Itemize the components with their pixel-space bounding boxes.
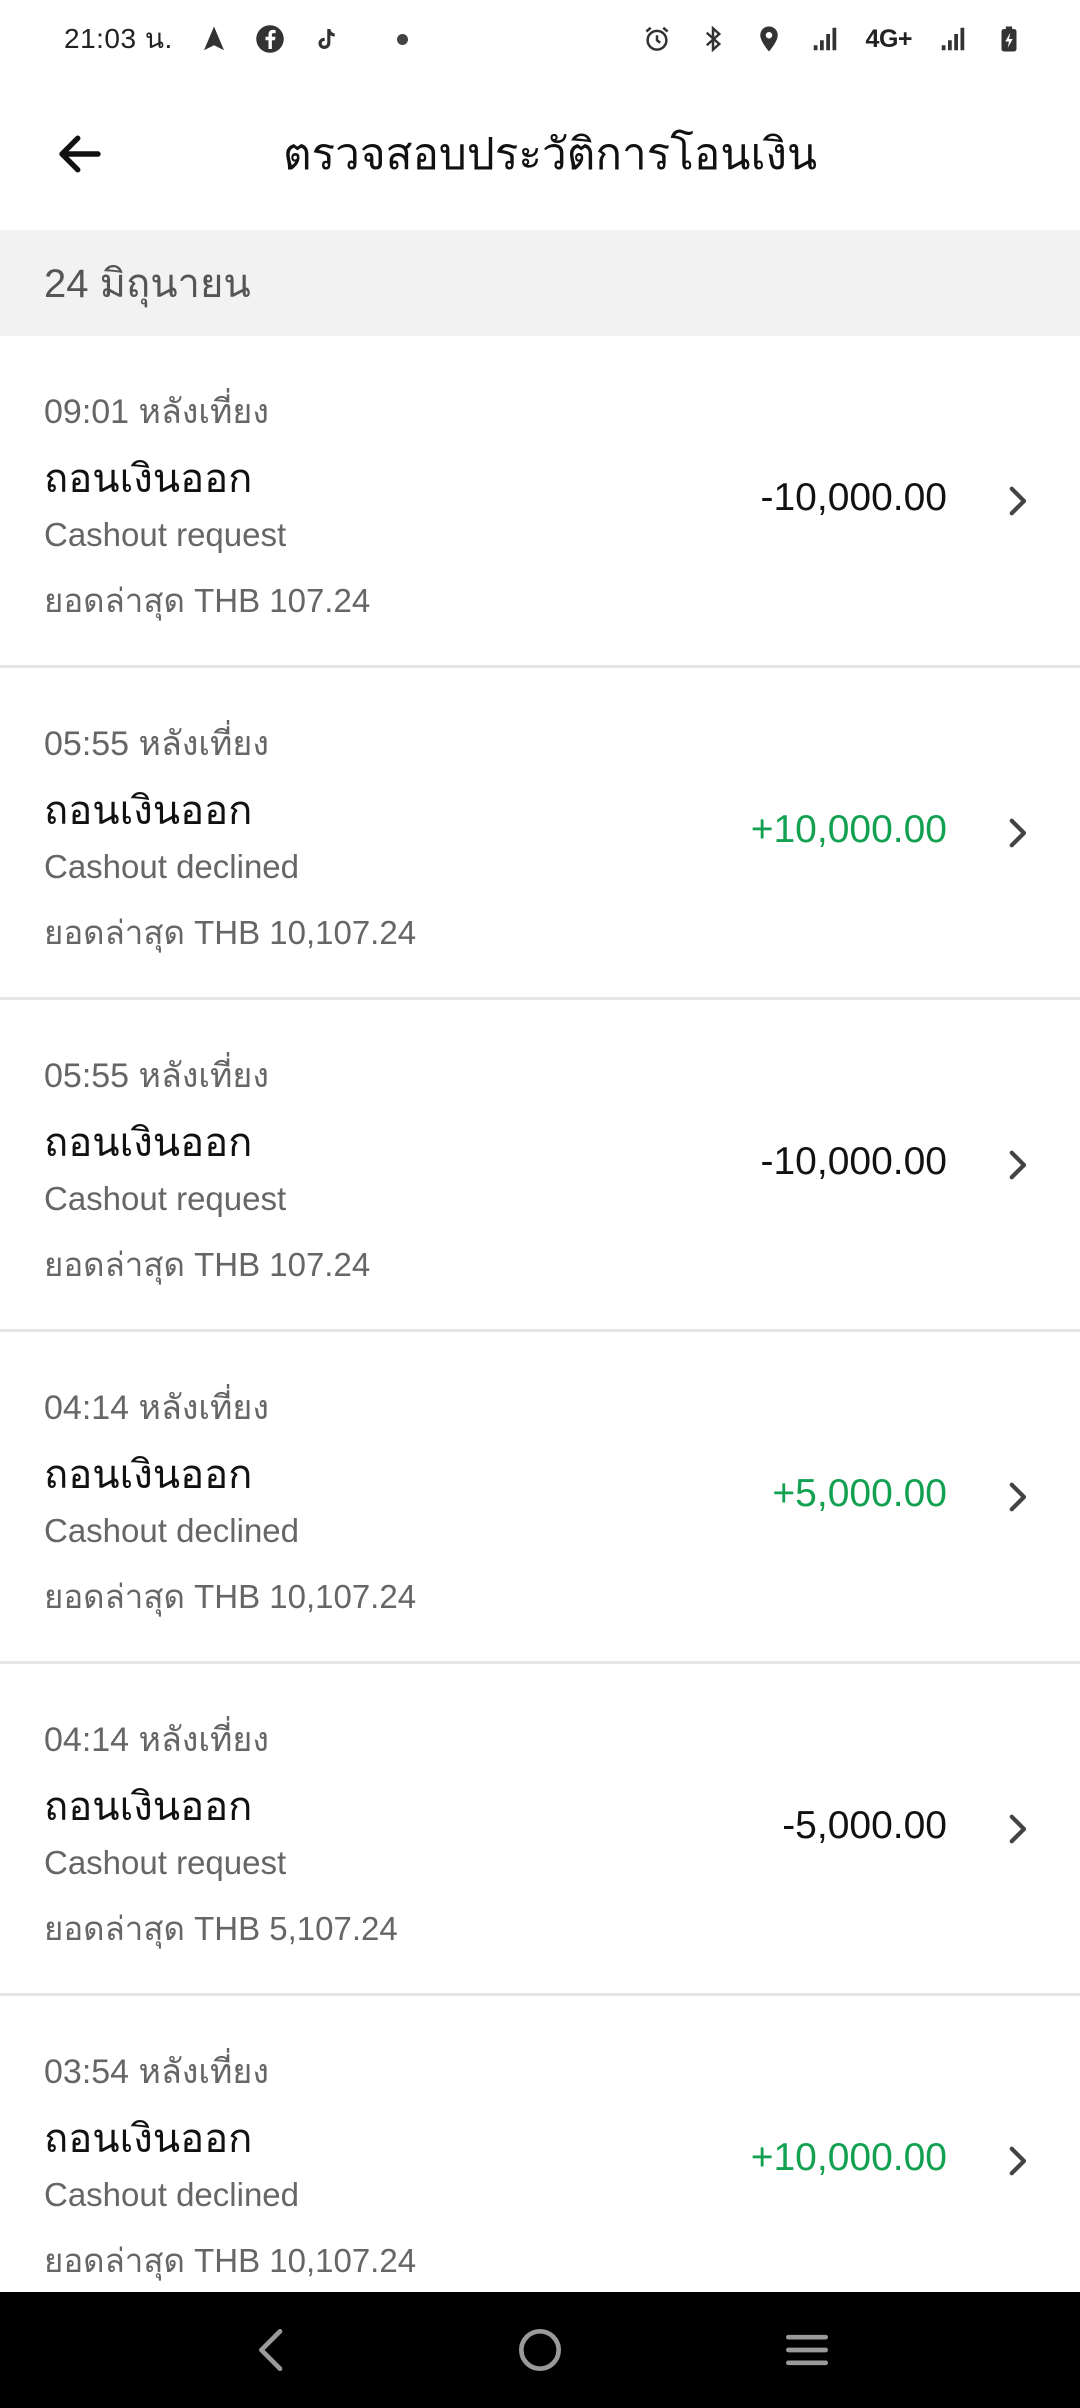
transaction-description: Cashout request: [44, 1844, 287, 1881]
signal-icon: [938, 24, 968, 54]
transaction-row[interactable]: 04:14 หลังเที่ยง ถอนเงินออก Cashout requ…: [0, 1664, 1080, 1996]
transaction-amount: -10,000.00: [760, 1140, 948, 1183]
home-nav-icon: [518, 2329, 561, 2371]
alarm-icon: [642, 24, 672, 54]
transaction-title: ถอนเงินออก: [44, 2117, 253, 2161]
transaction-time: 05:55 หลังเที่ยง: [44, 1057, 269, 1095]
transaction-amount: +10,000.00: [750, 808, 947, 851]
network-type: 4G+: [865, 24, 913, 53]
transaction-balance: ยอดล่าสุด THB 10,107.24: [44, 914, 417, 951]
transaction-balance: ยอดล่าสุด THB 10,107.24: [44, 2242, 417, 2279]
transaction-time: 04:14 หลังเที่ยง: [44, 1721, 269, 1759]
transaction-title: ถอนเงินออก: [44, 457, 253, 501]
transaction-row[interactable]: 04:14 หลังเที่ยง ถอนเงินออก Cashout decl…: [0, 1332, 1080, 1664]
chevron-right-icon: [992, 1472, 1042, 1522]
transaction-time: 04:14 หลังเที่ยง: [44, 1389, 269, 1427]
transaction-description: Cashout request: [44, 1180, 287, 1217]
page-title: ตรวจสอบประวัติการโอนเงิน: [282, 130, 818, 179]
transaction-list: 09:01 หลังเที่ยง ถอนเงินออก Cashout requ…: [0, 336, 1080, 2328]
transaction-description: Cashout request: [44, 516, 287, 553]
system-recents-button[interactable]: [767, 2310, 847, 2390]
transaction-balance: ยอดล่าสุด THB 107.24: [44, 1246, 371, 1283]
transaction-amount: +10,000.00: [750, 2136, 947, 2179]
chevron-right-icon: [992, 1140, 1042, 1190]
transaction-amount: -5,000.00: [782, 1804, 947, 1847]
transaction-time: 05:55 หลังเที่ยง: [44, 725, 269, 763]
screen: 21:03 น. 4G+ ตรวจสอบประวัติการโอนเงิน 24…: [0, 0, 1080, 2408]
transaction-time: 03:54 หลังเที่ยง: [44, 2053, 269, 2091]
tiktok-icon: [311, 24, 341, 54]
transaction-row[interactable]: 05:55 หลังเที่ยง ถอนเงินออก Cashout requ…: [0, 1000, 1080, 1332]
transaction-title: ถอนเงินออก: [44, 1785, 253, 1829]
date-section-header: 24 มิถุนายน: [0, 230, 1080, 336]
chevron-right-icon: [992, 1804, 1042, 1854]
status-bar-left: 21:03 น.: [64, 17, 408, 61]
system-home-button[interactable]: [500, 2310, 580, 2390]
transaction-title: ถอนเงินออก: [44, 789, 253, 833]
app-bar: ตรวจสอบประวัติการโอนเงิน: [0, 78, 1080, 230]
transaction-description: Cashout declined: [44, 848, 300, 885]
signal-icon: [810, 24, 840, 54]
transaction-balance: ยอดล่าสุด THB 107.24: [44, 582, 371, 619]
transaction-amount: +5,000.00: [772, 1472, 947, 1515]
transaction-title: ถอนเงินออก: [44, 1453, 253, 1497]
recents-nav-icon: [785, 2334, 828, 2366]
transaction-row[interactable]: 05:55 หลังเที่ยง ถอนเงินออก Cashout decl…: [0, 668, 1080, 1000]
transaction-balance: ยอดล่าสุด THB 5,107.24: [44, 1910, 398, 1947]
system-back-button[interactable]: [233, 2310, 313, 2390]
transaction-amount: -10,000.00: [760, 476, 948, 519]
transaction-balance: ยอดล่าสุด THB 10,107.24: [44, 1578, 417, 1615]
chevron-right-icon: [992, 808, 1042, 858]
transaction-row[interactable]: 03:54 หลังเที่ยง ถอนเงินออก Cashout decl…: [0, 1996, 1080, 2328]
back-nav-icon: [259, 2329, 283, 2371]
status-time: 21:03 น.: [64, 23, 173, 54]
notification-dot: [396, 33, 408, 45]
system-nav-bar: [0, 2292, 1080, 2408]
battery-charging-icon: [994, 24, 1024, 54]
location-icon: [754, 24, 784, 54]
chevron-right-icon: [992, 2136, 1042, 2186]
bluetooth-icon: [698, 24, 728, 54]
transaction-description: Cashout declined: [44, 1512, 300, 1549]
status-bar: 21:03 น. 4G+: [0, 0, 1080, 78]
chevron-right-icon: [992, 476, 1042, 526]
transaction-description: Cashout declined: [44, 2176, 300, 2213]
navigation-icon: [199, 24, 229, 54]
transaction-title: ถอนเงินออก: [44, 1121, 253, 1165]
transaction-row[interactable]: 09:01 หลังเที่ยง ถอนเงินออก Cashout requ…: [0, 336, 1080, 668]
status-bar-right: 4G+: [642, 24, 1024, 54]
facebook-icon: [255, 24, 285, 54]
transaction-time: 09:01 หลังเที่ยง: [44, 393, 269, 431]
